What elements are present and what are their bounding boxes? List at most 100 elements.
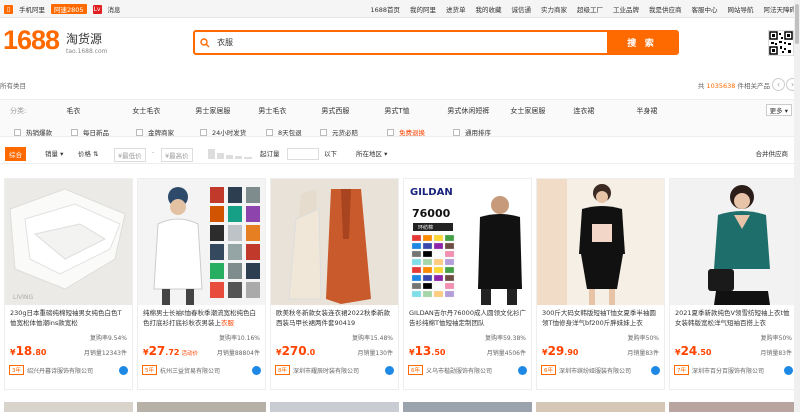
- category-item[interactable]: 男式T恤: [384, 106, 447, 116]
- merge-suppliers-button[interactable]: 合并供应商: [756, 148, 789, 158]
- product-card[interactable]: 纯棉男士长袖t恤春秋季潮流宽松纯色白色打底衫打底衫秋衣男装上衣服 复购率10.16…: [137, 178, 266, 390]
- product-price: ¥18.80: [10, 344, 47, 358]
- top-link[interactable]: 我是供应商: [649, 4, 682, 14]
- product-card[interactable]: 欧美秋冬新款女装连衣裙2022秋季新款西装马甲长裙两件套90419 复购率15.4…: [270, 178, 399, 390]
- checkbox[interactable]: [71, 128, 78, 136]
- wangwang-chat-icon[interactable]: [651, 365, 660, 375]
- product-card[interactable]: 2021夏季新款纯色V领雪纺短袖上衣t恤女装韩版宽松洋气短袖百搭上衣 复购率50%…: [669, 178, 798, 390]
- filter-option[interactable]: 元货必赔: [320, 127, 387, 137]
- product-card[interactable]: GILDAN 76000 环纺棉 GILDAN吉尔丹76000成人圆领文化衫广告衫纯棉…: [403, 178, 532, 390]
- product-card[interactable]: LIVING 230g日本重磅纯棉短袖男女纯色白色T恤宽松体恤潮ins款宽松 复购率…: [4, 178, 133, 390]
- mobile-link[interactable]: 手机阿里: [19, 4, 45, 14]
- min-price-input[interactable]: ¥最低价: [114, 148, 146, 162]
- prev-page-icon[interactable]: ‹: [772, 78, 785, 91]
- checkbox[interactable]: [14, 128, 21, 136]
- color-swatch: [411, 274, 422, 282]
- checkbox[interactable]: [387, 128, 394, 136]
- qr-code-icon[interactable]: [768, 30, 794, 56]
- wangwang-chat-icon[interactable]: [252, 365, 261, 375]
- top-link[interactable]: 阿法天障碍: [764, 4, 797, 14]
- product-title[interactable]: 230g日本重磅纯棉短袖男女纯色白色T恤宽松体恤潮ins款宽松: [5, 305, 132, 331]
- filter-option[interactable]: 8天包退: [266, 127, 320, 137]
- checkbox[interactable]: [136, 128, 143, 136]
- filter-option[interactable]: 24小时发货: [200, 127, 266, 137]
- product-title[interactable]: 纯棉男士长袖t恤春秋季潮流宽松纯色白色打底衫打底衫秋衣男装上衣服: [138, 305, 265, 331]
- price-range-bars[interactable]: [208, 147, 254, 161]
- filter-option[interactable]: 金牌商家: [136, 127, 200, 137]
- shop-name[interactable]: 深圳市百分百服饰有限公司: [692, 366, 781, 375]
- shop-name[interactable]: 义乌市楷勋服饰有限公司: [426, 366, 515, 375]
- filter-option[interactable]: 通用排序: [453, 127, 513, 137]
- hot-label[interactable]: 阿速2805: [51, 4, 87, 14]
- filter-option[interactable]: 热销爆款: [14, 127, 71, 137]
- checkbox[interactable]: [453, 128, 460, 136]
- filter-option-label: 元货必赔: [332, 129, 358, 137]
- product-image[interactable]: [138, 179, 265, 305]
- checkbox[interactable]: [200, 128, 207, 136]
- sort-price[interactable]: 价格 ⇅: [78, 148, 99, 158]
- checkbox[interactable]: [266, 128, 273, 136]
- shop-name[interactable]: 杭州三益贸易有限公司: [160, 366, 249, 375]
- wangwang-chat-icon[interactable]: [119, 365, 128, 375]
- product-price: ¥13.50: [409, 344, 446, 358]
- moq-input[interactable]: [287, 148, 319, 160]
- product-title[interactable]: 2021夏季新款纯色V领雪纺短袖上衣t恤女装韩版宽松洋气短袖百搭上衣: [670, 305, 797, 331]
- checkbox[interactable]: [320, 128, 327, 136]
- category-item[interactable]: 女士家居服: [510, 106, 573, 116]
- search-input[interactable]: [215, 32, 607, 53]
- category-item[interactable]: 男士家居服: [195, 106, 258, 116]
- top-link[interactable]: 网站导航: [728, 4, 754, 14]
- search-button[interactable]: 搜 索: [607, 32, 677, 53]
- svg-text:GILDAN: GILDAN: [410, 187, 453, 198]
- product-image[interactable]: LIVING: [5, 179, 132, 305]
- category-item[interactable]: 男式休闲短裤: [447, 106, 510, 116]
- wangwang-chat-icon[interactable]: [784, 365, 793, 375]
- top-link[interactable]: 进货单: [446, 4, 466, 14]
- more-button[interactable]: 更多 ▾: [765, 104, 792, 116]
- max-price-input[interactable]: ¥最高价: [161, 148, 193, 162]
- top-link[interactable]: 我的阿里: [410, 4, 436, 14]
- location-select[interactable]: 所在地区 ▾: [356, 148, 387, 158]
- product-title[interactable]: GILDAN吉尔丹76000成人圆领文化衫广告衫纯棉T恤短袖定制团队: [404, 305, 531, 331]
- product-image[interactable]: [670, 179, 797, 305]
- category-item[interactable]: 男式西服: [321, 106, 384, 116]
- top-link[interactable]: 1688首页: [370, 4, 400, 14]
- shop-name[interactable]: 绍兴丹暮诗服饰有限公司: [27, 366, 116, 375]
- product-title[interactable]: 300斤大码女韩版短袖T恤女夏季半袖圆领T恤修身洋气bf200斤胖妹妹上衣: [537, 305, 664, 331]
- shop-name[interactable]: 深圳市耀辰时装有限公司: [293, 366, 382, 375]
- clothing-swatch: [246, 225, 260, 241]
- category-item[interactable]: 男士毛衣: [258, 106, 321, 116]
- site-logo[interactable]: 1688: [3, 25, 60, 56]
- product-card[interactable]: 300斤大码女韩版短袖T恤女夏季半袖圆领T恤修身洋气bf200斤胖妹妹上衣复购率…: [536, 178, 665, 390]
- repurchase-rate: 复购率50%: [627, 335, 659, 342]
- product-image[interactable]: [271, 179, 398, 305]
- top-link[interactable]: 诚信通: [512, 4, 532, 14]
- svg-text:环纺棉: 环纺棉: [418, 224, 433, 231]
- clothing-swatch: [210, 282, 224, 298]
- top-link[interactable]: 工业品牌: [613, 4, 639, 14]
- clothing-swatch: [246, 244, 260, 260]
- category-item[interactable]: 半身裙: [636, 106, 699, 116]
- category-item[interactable]: 连衣裙: [573, 106, 636, 116]
- product-image[interactable]: GILDAN 76000 环纺棉: [404, 179, 531, 305]
- product-title[interactable]: 欧美秋冬新款女装连衣裙2022秋季新款西装马甲长裙两件套90419: [271, 305, 398, 331]
- filter-option[interactable]: 每日新品: [71, 127, 136, 137]
- product-image[interactable]: [537, 179, 664, 305]
- top-link[interactable]: 实力商家: [541, 4, 567, 14]
- category-item[interactable]: 毛衣: [66, 106, 132, 116]
- top-link[interactable]: 客服中心: [692, 4, 718, 14]
- filter-option[interactable]: 免费退换: [387, 127, 453, 137]
- wangwang-chat-icon[interactable]: [518, 365, 527, 375]
- top-link[interactable]: 超级工厂: [577, 4, 603, 14]
- breadcrumb[interactable]: 所有类目: [0, 80, 26, 90]
- category-item[interactable]: 女士毛衣: [132, 106, 195, 116]
- wangwang-chat-icon[interactable]: [385, 365, 394, 375]
- shop-name[interactable]: 深圳市缤纷娅服装有限公司: [559, 366, 648, 375]
- mobile-icon: ▯: [4, 4, 13, 14]
- sort-sales[interactable]: 销量 ▾: [45, 148, 63, 158]
- message-link[interactable]: 消息: [108, 4, 121, 14]
- scrollbar[interactable]: [794, 0, 800, 412]
- sort-comprehensive[interactable]: 综合: [5, 147, 26, 161]
- color-swatch: [444, 258, 455, 266]
- top-link[interactable]: 我的收藏: [476, 4, 502, 14]
